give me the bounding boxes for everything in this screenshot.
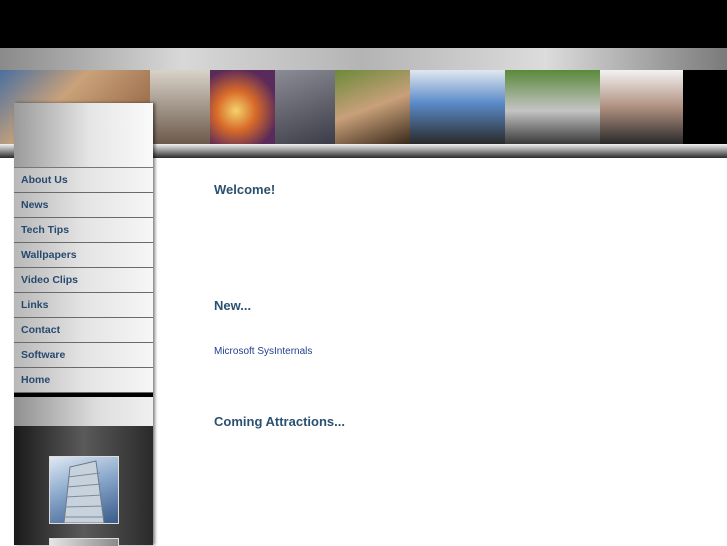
banner-black-edge <box>683 70 727 144</box>
welcome-heading: Welcome! <box>214 182 276 197</box>
sidebar-image-panel <box>14 426 153 546</box>
nav-item-home[interactable]: Home <box>14 368 153 393</box>
nav-item-contact[interactable]: Contact <box>14 318 153 343</box>
skyscraper-icon <box>63 460 105 523</box>
nav-item-tech-tips[interactable]: Tech Tips <box>14 218 153 243</box>
coming-attractions-heading: Coming Attractions... <box>214 414 345 429</box>
cd-disc-photo <box>210 70 275 144</box>
phone-device-photo <box>275 70 335 144</box>
office-meeting-photo <box>505 70 600 144</box>
top-black-bar <box>0 0 727 48</box>
skyscraper-image <box>49 456 119 524</box>
metal-header-strip <box>0 48 727 70</box>
new-heading: New... <box>214 298 252 313</box>
sidebar-spacer-panel <box>14 397 153 426</box>
nav-item-video-clips[interactable]: Video Clips <box>14 268 153 293</box>
team-group-photo <box>600 70 683 144</box>
nav-item-links[interactable]: Links <box>14 293 153 318</box>
nav-menu: About Us News Tech Tips Wallpapers Video… <box>14 168 153 393</box>
sidebar: About Us News Tech Tips Wallpapers Video… <box>14 103 153 546</box>
computer-monitor-photo <box>410 70 505 144</box>
nav-item-news[interactable]: News <box>14 193 153 218</box>
woman-portrait-photo <box>335 70 410 144</box>
sysinternals-link[interactable]: Microsoft SysInternals <box>214 346 312 357</box>
sidebar-header-panel <box>14 103 153 168</box>
business-people-photo <box>150 70 210 144</box>
nav-item-software[interactable]: Software <box>14 343 153 368</box>
nav-item-about-us[interactable]: About Us <box>14 168 153 193</box>
nav-item-wallpapers[interactable]: Wallpapers <box>14 243 153 268</box>
